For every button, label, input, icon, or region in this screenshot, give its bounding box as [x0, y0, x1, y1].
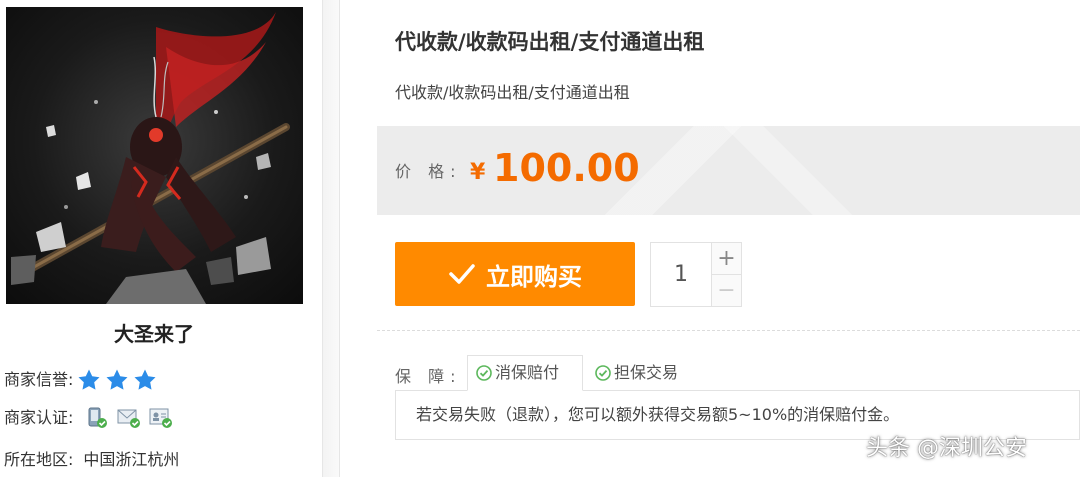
section-divider [377, 330, 1080, 331]
quantity-increase-button[interactable]: + [712, 243, 741, 275]
price-value: 100.00 [493, 146, 640, 190]
shop-avatar-image[interactable] [6, 7, 303, 304]
star-icon [106, 369, 128, 390]
quantity-decrease-button[interactable]: − [712, 275, 741, 306]
check-circle-icon [476, 365, 492, 381]
star-icon [78, 369, 100, 390]
tab-escrow-trade[interactable]: 担保交易 [587, 355, 697, 391]
product-title: 代收款/收款码出租/支付通道出租 [395, 30, 705, 54]
check-icon [449, 264, 475, 284]
buy-now-label: 立即购买 [486, 262, 582, 291]
shop-panel: 大圣来了 商家信誉: 商家认证: 所在地区: 中国浙江杭州 [0, 0, 322, 477]
check-circle-icon [595, 365, 611, 381]
shop-credit-row: 商家信誉: [4, 367, 161, 393]
email-verified-icon[interactable] [117, 407, 141, 429]
watermark-text: 头条 @深圳公安 [866, 436, 1027, 461]
price-currency: ¥ [470, 160, 486, 185]
phone-verified-icon[interactable] [85, 407, 109, 429]
credit-label: 商家信誉: [4, 370, 74, 389]
guarantee-label: 保 障: [395, 367, 462, 386]
tab-label: 担保交易 [614, 363, 679, 382]
shop-region-row: 所在地区: 中国浙江杭州 [4, 447, 179, 473]
product-subtitle: 代收款/收款码出租/支付通道出租 [395, 83, 630, 102]
quantity-input[interactable]: 1 [651, 243, 712, 306]
price-label: 价 格: [395, 162, 462, 181]
tab-consumer-protection[interactable]: 消保赔付 [467, 355, 583, 391]
panel-divider [322, 0, 340, 477]
star-icon [134, 369, 156, 390]
cert-label: 商家认证: [4, 408, 74, 427]
shop-name[interactable]: 大圣来了 [0, 318, 308, 347]
region-label: 所在地区: [4, 450, 74, 469]
tab-label: 消保赔付 [495, 363, 560, 382]
region-value: 中国浙江杭州 [83, 450, 180, 469]
quantity-stepper: 1 + − [650, 242, 742, 307]
warrior-artwork-icon [11, 12, 290, 304]
buy-now-button[interactable]: 立即购买 [395, 242, 635, 306]
shop-cert-row: 商家认证: [4, 405, 173, 431]
id-card-verified-icon[interactable] [149, 407, 173, 429]
